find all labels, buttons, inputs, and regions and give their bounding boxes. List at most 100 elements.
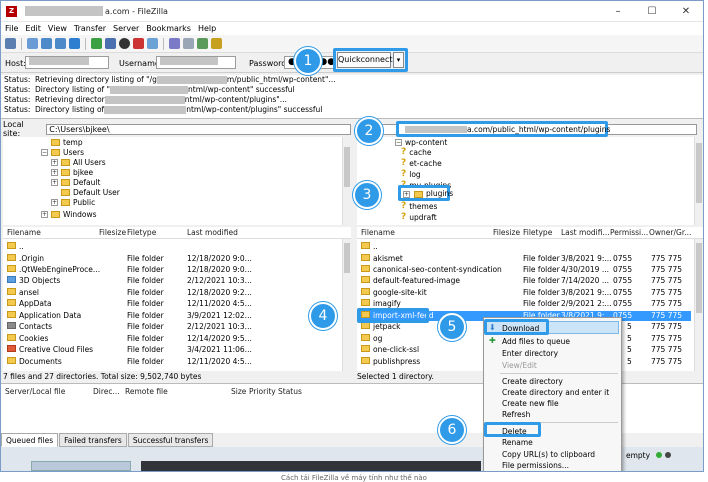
- table-row[interactable]: AppData File folder 12/11/2020 4:5...: [7, 299, 337, 309]
- table-row[interactable]: akismet File folder 3/8/2021 9:... 0755 775 …: [361, 254, 691, 264]
- tree-item[interactable]: ? cache: [401, 147, 431, 157]
- col-size[interactable]: Size: [231, 386, 246, 398]
- tree-item[interactable]: + Default: [51, 177, 100, 187]
- col-filesize[interactable]: Filesize: [493, 227, 520, 239]
- tree-item[interactable]: − Users: [41, 147, 84, 157]
- toggle-local-tree-icon[interactable]: [41, 38, 52, 49]
- expand-icon[interactable]: +: [41, 210, 48, 218]
- table-row[interactable]: Documents File folder 12/11/2020 4:5...: [7, 357, 337, 367]
- menu-file-permissions[interactable]: File permissions...: [502, 461, 569, 470]
- toggle-remote-tree-icon[interactable]: [55, 38, 66, 49]
- col-last-modified[interactable]: Last modified: [187, 227, 238, 239]
- table-row[interactable]: .Origin File folder 12/18/2020 9:0...: [7, 254, 337, 264]
- tab-failed-transfers[interactable]: Failed transfers: [59, 433, 127, 447]
- menu-edit[interactable]: Edit: [25, 24, 41, 33]
- tab-queued-files[interactable]: Queued files: [1, 433, 59, 447]
- expand-icon[interactable]: +: [51, 198, 58, 206]
- col-filename[interactable]: Filename: [361, 227, 395, 239]
- col-owner-group[interactable]: Owner/Gr...: [649, 227, 691, 239]
- tree-item[interactable]: + bjkee: [51, 167, 93, 177]
- toggle-log-icon[interactable]: [27, 38, 38, 49]
- menu-create-new-file[interactable]: Create new file: [502, 399, 559, 408]
- table-row[interactable]: Contacts File folder 2/12/2021 10:3...: [7, 322, 337, 332]
- search-icon[interactable]: [183, 38, 194, 49]
- col-filesize[interactable]: Filesize: [99, 227, 126, 239]
- menu-bookmarks[interactable]: Bookmarks: [146, 24, 191, 33]
- minimize-button[interactable]: –: [601, 6, 635, 17]
- menu-view[interactable]: View: [48, 24, 67, 33]
- table-row[interactable]: default-featured-image File folder 7/14/20…: [361, 276, 691, 286]
- reconnect-icon[interactable]: [147, 38, 158, 49]
- username-input[interactable]: [156, 56, 236, 69]
- menu-create-directory-enter[interactable]: Create directory and enter it: [502, 388, 609, 397]
- menu-help[interactable]: Help: [198, 24, 216, 33]
- table-row[interactable]: ..: [361, 242, 378, 252]
- menu-transfer[interactable]: Transfer: [74, 24, 106, 33]
- table-row[interactable]: Creative Cloud Files File folder 3/4/2021 …: [7, 345, 337, 355]
- tree-item[interactable]: + All Users: [51, 157, 106, 167]
- menu-copy-url[interactable]: Copy URL(s) to clipboard: [502, 450, 595, 459]
- col-filename[interactable]: Filename: [7, 227, 41, 239]
- table-row[interactable]: google-site-kit File folder 3/8/2021 9:...…: [361, 288, 691, 298]
- tree-item[interactable]: ? themes: [401, 201, 437, 211]
- close-button[interactable]: ✕: [669, 6, 703, 17]
- col-priority[interactable]: Priority: [249, 386, 276, 398]
- tree-item[interactable]: temp: [51, 137, 83, 147]
- refresh-icon[interactable]: [91, 38, 102, 49]
- host-input[interactable]: [25, 56, 109, 69]
- toggle-queue-icon[interactable]: [69, 38, 80, 49]
- quickconnect-button[interactable]: Quickconnect: [337, 52, 393, 68]
- col-remote-file[interactable]: Remote file: [125, 386, 168, 398]
- table-row[interactable]: 3D Objects File folder 2/12/2021 10:3...: [7, 276, 337, 286]
- tree-item[interactable]: Default User: [61, 187, 120, 197]
- expand-icon[interactable]: +: [51, 168, 58, 176]
- expand-icon[interactable]: +: [51, 178, 58, 186]
- table-row[interactable]: Application Data File folder 3/9/2021 12:0…: [7, 311, 337, 321]
- tree-item[interactable]: + Public: [51, 197, 95, 207]
- local-path-input[interactable]: C:\Users\bjkee\: [46, 123, 351, 135]
- local-tree-scrollbar[interactable]: [342, 137, 351, 225]
- menu-add-files-to-queue[interactable]: Add files to queue: [502, 337, 570, 346]
- table-row[interactable]: ansel File folder 12/18/2020 9:2...: [7, 288, 337, 298]
- site-manager-icon[interactable]: [5, 38, 16, 49]
- col-server-local-file[interactable]: Server/Local file: [5, 386, 65, 398]
- menu-file[interactable]: File: [5, 24, 18, 33]
- col-status[interactable]: Status: [278, 386, 302, 398]
- table-row[interactable]: canonical-seo-content-syndication File fo…: [361, 265, 691, 275]
- expand-icon[interactable]: +: [403, 191, 410, 198]
- menu-refresh[interactable]: Refresh: [502, 410, 530, 419]
- process-queue-icon[interactable]: [105, 38, 116, 49]
- col-filetype[interactable]: Filetype: [523, 227, 552, 239]
- tree-item[interactable]: ? et-cache: [401, 158, 442, 168]
- table-row[interactable]: Cookies File folder 12/14/2020 9:5...: [7, 334, 337, 344]
- tree-item[interactable]: ? log: [401, 169, 421, 179]
- compare-icon[interactable]: [211, 38, 222, 49]
- col-last-modified[interactable]: Last modifi...: [561, 227, 610, 239]
- quickconnect-dropdown[interactable]: ▾: [393, 52, 404, 68]
- remote-tree-scrollbar[interactable]: [694, 137, 703, 225]
- table-row[interactable]: .QtWebEngineProce... File folder 12/18/202…: [7, 265, 337, 275]
- tree-item[interactable]: + Windows: [41, 209, 96, 219]
- menu-enter-directory[interactable]: Enter directory: [502, 349, 558, 358]
- filter-icon[interactable]: [169, 38, 180, 49]
- tree-item[interactable]: − wp-content: [395, 137, 447, 147]
- collapse-icon[interactable]: −: [395, 138, 402, 146]
- menu-server[interactable]: Server: [113, 24, 139, 33]
- menu-rename[interactable]: Rename: [502, 438, 533, 447]
- plugins-tree-highlight[interactable]: + plugins: [398, 185, 453, 201]
- sync-browse-icon[interactable]: [197, 38, 208, 49]
- remote-list-scrollbar[interactable]: [694, 239, 703, 371]
- tab-successful-transfers[interactable]: Successful transfers: [127, 433, 214, 447]
- menu-create-directory[interactable]: Create directory: [502, 377, 563, 386]
- tree-item[interactable]: ? updraft: [401, 212, 437, 222]
- col-filetype[interactable]: Filetype: [127, 227, 156, 239]
- col-permissions[interactable]: Permissi...: [610, 227, 648, 239]
- table-row[interactable]: ..: [7, 242, 24, 252]
- maximize-button[interactable]: ☐: [635, 6, 669, 17]
- col-direction[interactable]: Direc...: [93, 386, 120, 398]
- disconnect-icon[interactable]: [133, 38, 144, 49]
- expand-icon[interactable]: +: [51, 158, 58, 166]
- collapse-icon[interactable]: −: [41, 148, 48, 156]
- local-list-scrollbar[interactable]: [342, 239, 351, 371]
- cancel-icon[interactable]: [119, 38, 130, 49]
